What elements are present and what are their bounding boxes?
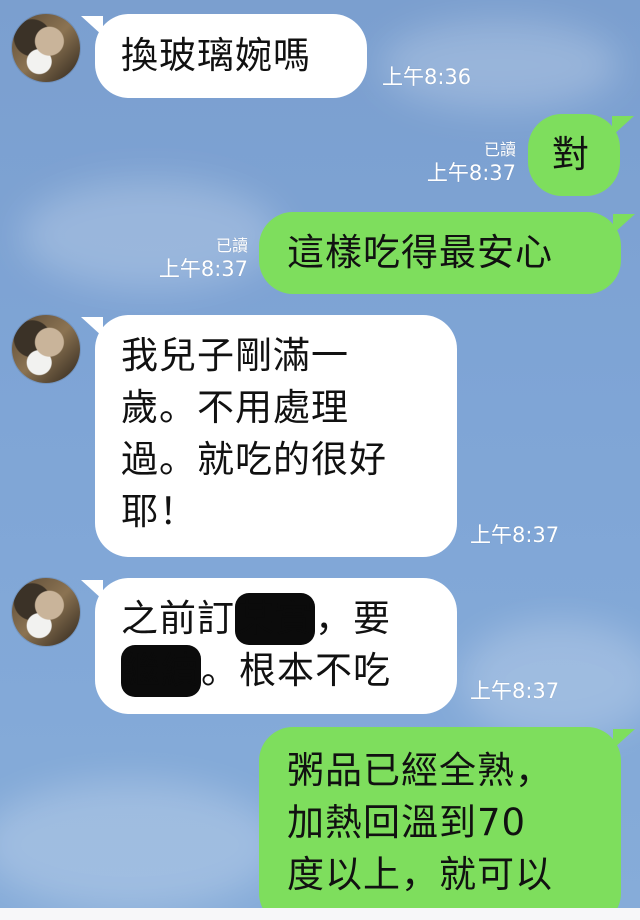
time-label: 上午8:37: [470, 523, 560, 547]
message-line: 加熱回溫到70: [287, 801, 527, 844]
message-text: 換玻璃婉嗎: [121, 34, 311, 77]
message-text: 對: [552, 133, 590, 176]
time-label: 上午8:37: [426, 161, 516, 185]
message-bubble-outgoing[interactable]: 粥品已經全熟， 加熱回溫到70 度以上，就可以: [259, 727, 635, 920]
message-time: 上午8:37: [470, 678, 559, 704]
redaction-mark: 某實: [235, 593, 315, 645]
message-time: 上午8:37: [470, 522, 559, 548]
message-text: 。根本不吃: [201, 649, 391, 692]
message-bubble-incoming[interactable]: 之前訂某實，要 繼續。根本不吃: [81, 578, 457, 714]
message-bubble-incoming[interactable]: 我兒子剛滿一 歲。不用處理 過。就吃的很好 耶！: [81, 315, 457, 557]
read-receipt: 已讀: [215, 236, 248, 255]
contact-avatar[interactable]: [12, 315, 80, 383]
message-text: ，要: [315, 597, 391, 640]
message-bubble-outgoing[interactable]: 對: [528, 114, 634, 196]
message-line: 之前訂某實，要: [121, 593, 431, 645]
bottom-bar: [0, 908, 640, 920]
message-line: 歲。不用處理: [121, 386, 349, 429]
message-text: 之前訂: [121, 597, 235, 640]
message-line: 度以上，就可以: [287, 853, 553, 896]
message-bubble-outgoing[interactable]: 這樣吃得最安心: [259, 212, 635, 294]
read-receipt: 已讀: [483, 140, 516, 159]
message-line: 繼續。根本不吃: [121, 645, 431, 697]
message-meta: 已讀 上午8:37: [404, 140, 516, 186]
message-text: 這樣吃得最安心: [287, 231, 553, 274]
message-line: 耶！: [121, 490, 197, 533]
time-label: 上午8:36: [382, 65, 472, 89]
message-meta: 已讀 上午8:37: [138, 236, 248, 282]
redaction-mark: 繼續: [121, 645, 201, 697]
message-line: 我兒子剛滿一: [121, 334, 349, 377]
message-line: 粥品已經全熟，: [287, 749, 553, 792]
message-time: 上午8:36: [382, 64, 471, 90]
time-label: 上午8:37: [158, 257, 248, 281]
time-label: 上午8:37: [470, 679, 560, 703]
contact-avatar[interactable]: [12, 578, 80, 646]
message-bubble-incoming[interactable]: 換玻璃婉嗎: [81, 14, 367, 98]
message-line: 過。就吃的很好: [121, 438, 387, 481]
contact-avatar[interactable]: [12, 14, 80, 82]
cloud: [0, 780, 280, 910]
